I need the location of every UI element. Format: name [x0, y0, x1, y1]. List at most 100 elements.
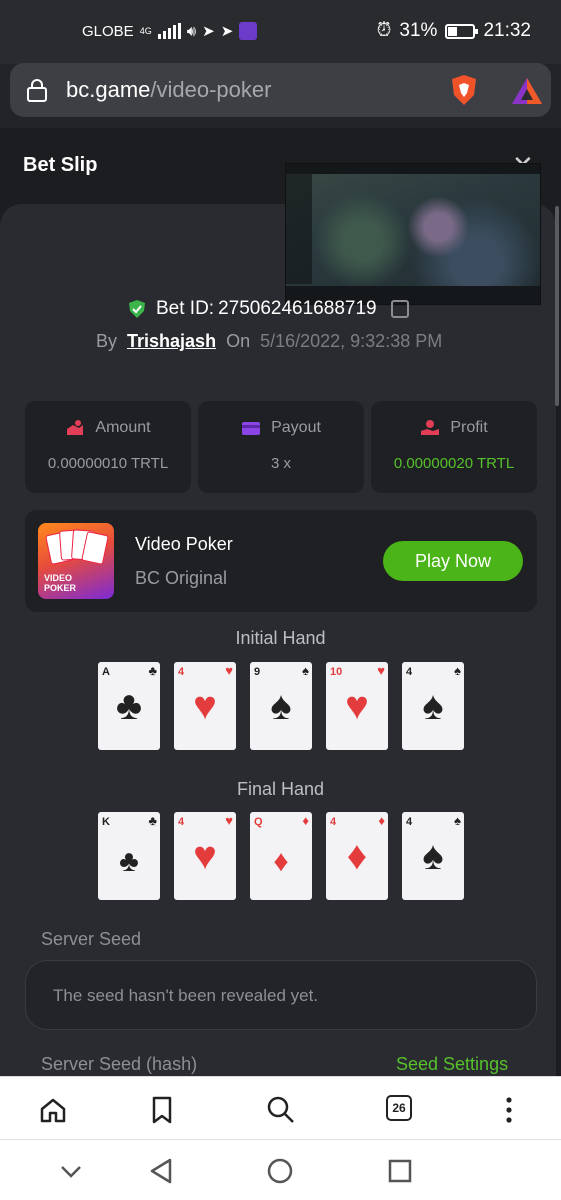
- clock: 21:32: [483, 20, 531, 41]
- card-suit-center: ♠: [422, 684, 444, 728]
- profit-label: Profit: [450, 419, 488, 436]
- profit-stat: Profit 0.00000020 TRTL: [371, 401, 537, 493]
- video-poker-thumbnail: VIDEO POKER: [38, 523, 114, 599]
- bookmark-icon[interactable]: [147, 1095, 177, 1125]
- card-icon: [242, 422, 261, 435]
- card-rank: 4: [330, 816, 337, 828]
- brave-rewards-icon[interactable]: [510, 75, 544, 107]
- face-card-figure: ♦: [273, 845, 289, 878]
- final-card: 4 ♠ ♠: [402, 812, 464, 900]
- final-card: Q ♦ ♦: [250, 812, 312, 900]
- initial-hand-title: Initial Hand: [235, 628, 326, 648]
- search-icon[interactable]: [266, 1095, 296, 1125]
- browser-toolbar: 26: [0, 1076, 561, 1139]
- initial-card: 4 ♥ ♥: [174, 662, 236, 750]
- more-menu-icon[interactable]: [494, 1095, 524, 1125]
- bet-date: 5/16/2022, 9:32:38 PM: [260, 331, 443, 351]
- card-suit-center: ♠: [270, 684, 292, 728]
- card-suit-center: ♣: [115, 684, 143, 728]
- amount-icon: [67, 420, 84, 435]
- back-icon[interactable]: [146, 1156, 176, 1186]
- on-label: On: [226, 331, 251, 351]
- battery-icon: [445, 23, 479, 39]
- recents-icon[interactable]: [385, 1156, 415, 1186]
- status-bar: GLOBE 4G 🔊︎ ➤ ➤ ⏰︎ 31% 21:32: [0, 0, 561, 64]
- initial-card: 10 ♥ ♥: [326, 662, 388, 750]
- server-seed-hash-label: Server Seed (hash): [41, 1054, 198, 1074]
- profit-hand-icon: [421, 420, 440, 435]
- address-bar[interactable]: bc.game/video-poker: [10, 63, 551, 117]
- final-hand-title: Final Hand: [236, 779, 325, 799]
- play-now-button[interactable]: Play Now: [383, 541, 523, 581]
- server-seed-field[interactable]: The seed hasn't been revealed yet.: [25, 960, 537, 1030]
- video-top-bar: [286, 164, 540, 174]
- initial-card: 4 ♠ ♠: [402, 662, 464, 750]
- server-seed-label: Server Seed: [41, 929, 142, 949]
- server-seed-value: The seed hasn't been revealed yet.: [53, 986, 319, 1005]
- final-card: K ♣ ♣: [98, 812, 160, 900]
- card-suit-pip: ♠: [454, 813, 461, 828]
- url-domain: bc.game: [66, 77, 151, 102]
- seed-settings-link[interactable]: Seed Settings: [396, 1054, 508, 1075]
- card-rank: 4: [406, 816, 413, 828]
- bet-id-value: 275062461688719: [218, 298, 377, 319]
- card-suit-center: ♦: [346, 834, 368, 878]
- web-page: Bet Slip ✕ Bet ID: 275062461688719 By Tr…: [0, 128, 561, 1076]
- face-card-figure: ♣: [119, 845, 139, 878]
- status-right: ⏰︎ 31% 21:32: [377, 20, 531, 42]
- page-title: Bet Slip: [23, 154, 98, 176]
- copy-icon[interactable]: [390, 300, 409, 318]
- by-label: By: [96, 331, 118, 351]
- card-suit-pip: ♠: [454, 663, 461, 678]
- bet-id-label: Bet ID:: [156, 298, 215, 319]
- signal-icon: [157, 23, 181, 39]
- amount-label: Amount: [95, 419, 151, 436]
- game-card: VIDEO POKER Video Poker BC Original Play …: [25, 510, 537, 612]
- battery-percent: 31%: [399, 20, 438, 41]
- brave-shield-icon[interactable]: [448, 73, 480, 107]
- payout-stat: Payout 3 x: [198, 401, 364, 493]
- card-rank: 4: [178, 816, 185, 828]
- volume-icon: 🔊︎: [186, 22, 197, 40]
- profit-value: 0.00000020 TRTL: [393, 455, 515, 472]
- carrier-name: GLOBE: [82, 22, 134, 40]
- username-link[interactable]: Trishajash: [127, 331, 216, 352]
- payout-value: 3 x: [270, 455, 291, 472]
- url-text[interactable]: bc.game/video-poker: [66, 77, 271, 103]
- card-suit-pip: ♥: [225, 813, 233, 828]
- network-type: 4G: [139, 26, 152, 36]
- tabs-counter-button[interactable]: 26: [386, 1095, 412, 1121]
- thumbnail-label: VIDEO POKER: [44, 573, 77, 593]
- card-rank: 9: [254, 666, 261, 678]
- game-provider: BC Original: [135, 568, 228, 588]
- verified-shield-icon: [129, 300, 145, 318]
- card-suit-center: ♥: [345, 684, 369, 728]
- home-circle-icon[interactable]: [265, 1156, 295, 1186]
- card-suit-center: ♠: [422, 834, 444, 878]
- home-icon[interactable]: [38, 1095, 68, 1125]
- card-rank: Q: [254, 816, 263, 828]
- card-suit-pip: ♣: [148, 663, 157, 678]
- chevron-down-icon[interactable]: [56, 1156, 86, 1186]
- lock-icon: [27, 79, 47, 102]
- telegram-icon: ➤: [202, 23, 215, 40]
- floating-video-player[interactable]: [285, 163, 541, 305]
- amount-value: 0.00000010 TRTL: [47, 455, 169, 472]
- card-suit-pip: ♦: [378, 813, 385, 828]
- initial-card: 9 ♠ ♠: [250, 662, 312, 750]
- final-card: 4 ♦ ♦: [326, 812, 388, 900]
- scrollbar[interactable]: [555, 206, 559, 406]
- card-suit-pip: ♣: [148, 813, 157, 828]
- payout-label: Payout: [271, 419, 321, 436]
- url-path: /video-poker: [150, 77, 272, 102]
- card-rank: 4: [178, 666, 185, 678]
- final-card: 4 ♥ ♥: [174, 812, 236, 900]
- status-left: GLOBE 4G 🔊︎ ➤ ➤: [82, 22, 258, 40]
- initial-card: A ♣ ♣: [98, 662, 160, 750]
- card-rank: A: [102, 666, 110, 678]
- card-rank: K: [102, 816, 110, 828]
- bet-id-row: Bet ID: 275062461688719: [128, 298, 409, 320]
- video-side-panel: [286, 174, 312, 284]
- app-notification-icon: [239, 22, 258, 40]
- alarm-icon: ⏰︎: [376, 20, 392, 41]
